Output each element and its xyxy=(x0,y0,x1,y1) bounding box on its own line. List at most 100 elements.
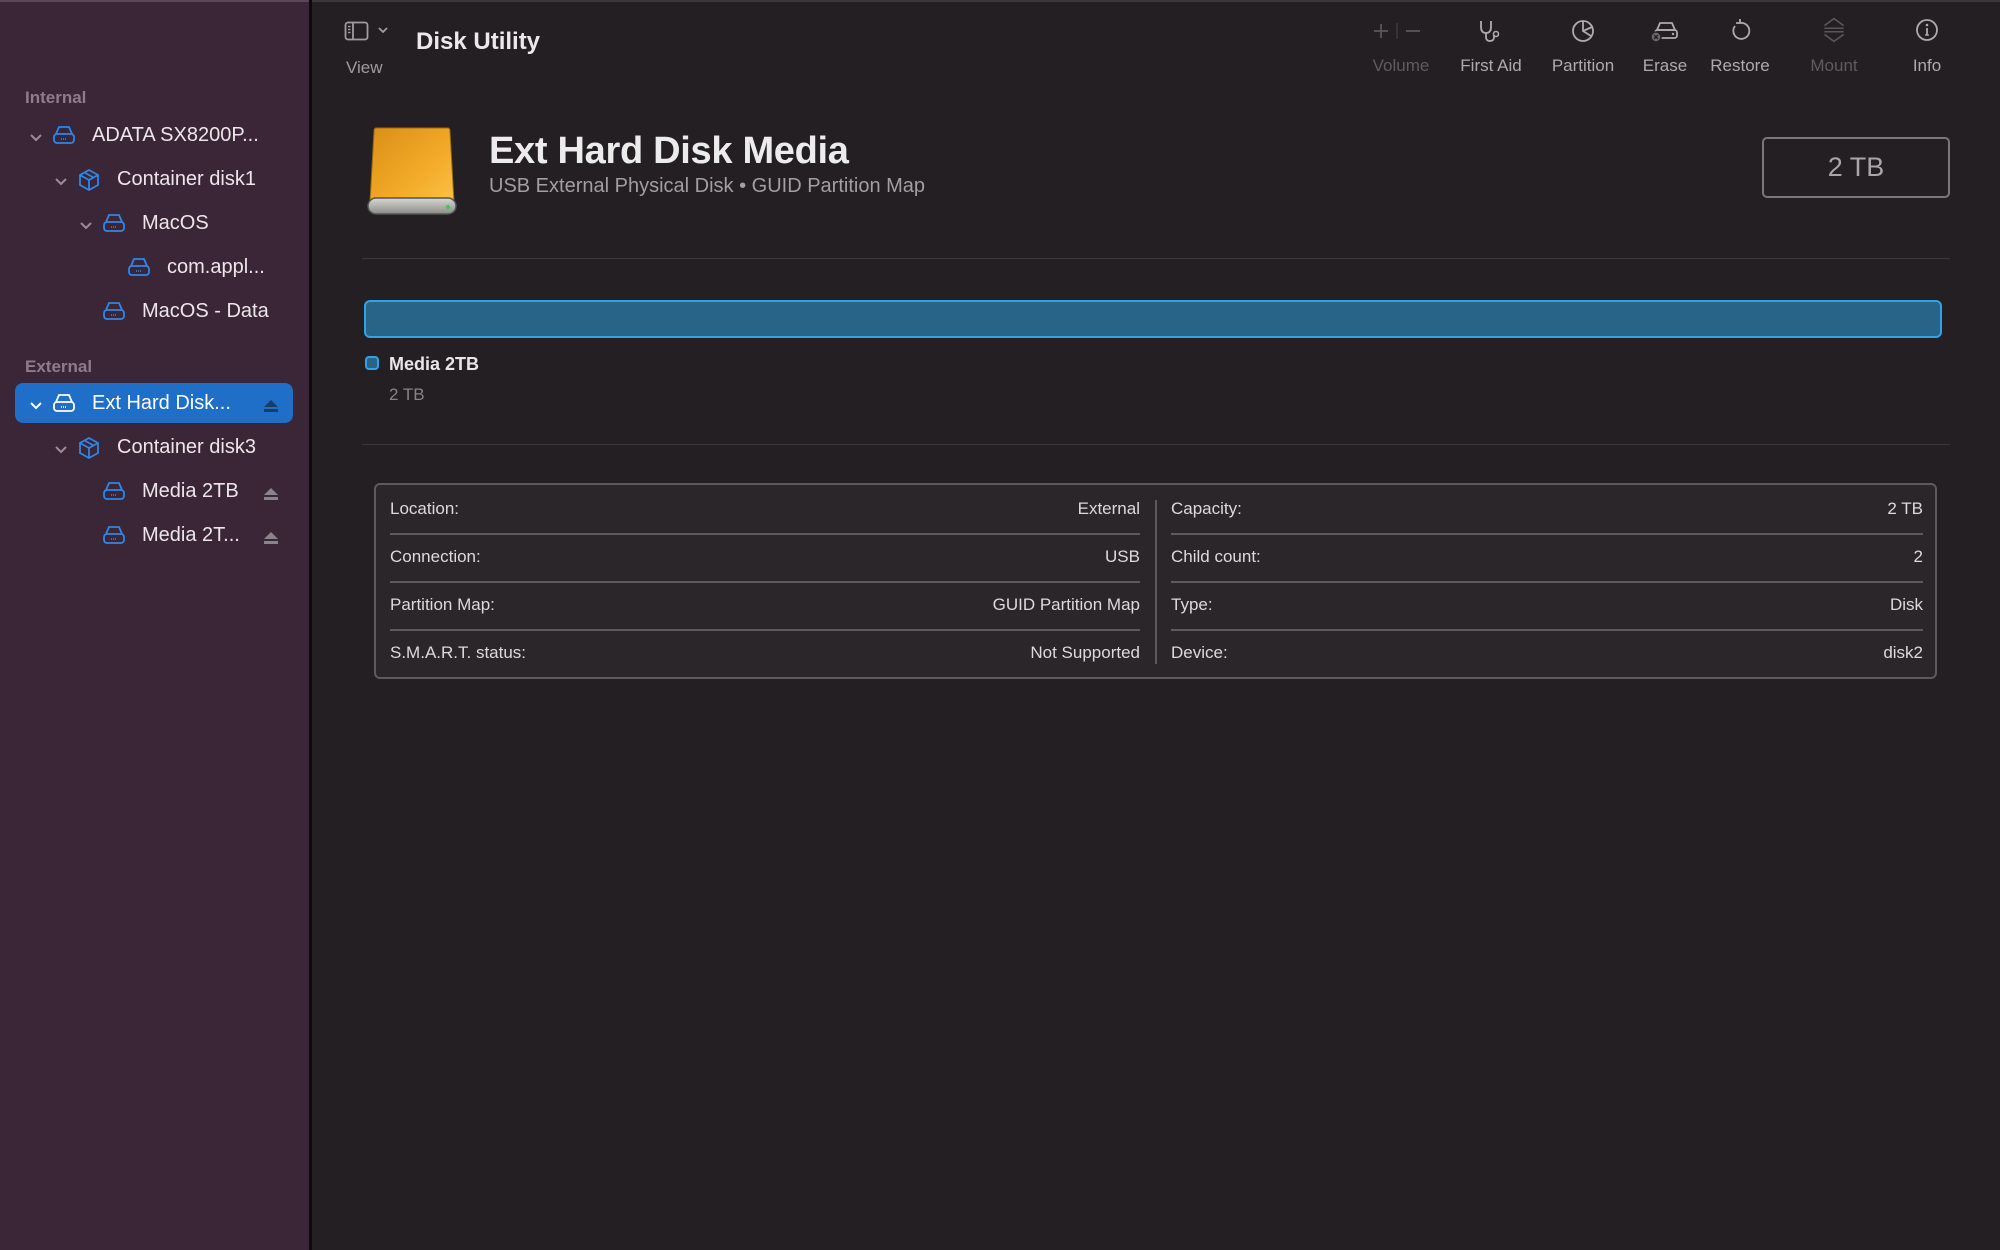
window-title: Disk Utility xyxy=(416,28,541,55)
disk-size-badge: 2 TB xyxy=(1762,137,1950,198)
info-key: S.M.A.R.T. status: xyxy=(390,643,527,662)
mount-icon xyxy=(1823,17,1845,43)
mount-label: Mount xyxy=(1810,56,1858,75)
volume-icon xyxy=(101,300,127,322)
sidebar-toggle-icon xyxy=(344,21,388,41)
info-button[interactable]: Info xyxy=(1907,16,1947,82)
sidebar-item[interactable]: ADATA SX8200P... xyxy=(15,115,293,155)
first-aid-label: First Aid xyxy=(1460,56,1522,75)
eject-icon[interactable] xyxy=(263,484,279,500)
view-label: View xyxy=(346,58,383,77)
info-column-left: Location: External Connection: USB Partiti… xyxy=(390,485,1140,677)
sidebar-item-label: Ext Hard Disk... xyxy=(92,392,231,414)
info-row-location: Location: External xyxy=(390,485,1140,533)
sidebar-item-label: Media 2T... xyxy=(142,524,240,546)
restore-button[interactable]: Restore xyxy=(1706,16,1774,82)
info-row-capacity: Capacity: 2 TB xyxy=(1171,485,1923,533)
volume-icon xyxy=(101,524,127,546)
info-row-smart-status: S.M.A.R.T. status: Not Supported xyxy=(390,629,1140,677)
drive-icon xyxy=(51,392,77,414)
sidebar-section-internal: Internal xyxy=(25,88,87,107)
sidebar-item-label: Container disk1 xyxy=(117,168,256,190)
partition-legend-name: Media 2TB xyxy=(389,354,480,374)
sidebar-item[interactable]: Media 2T... xyxy=(15,515,293,555)
info-key: Type: xyxy=(1171,595,1213,614)
partition-button[interactable]: Partition xyxy=(1547,16,1619,82)
partition-label: Partition xyxy=(1551,56,1615,75)
plus-minus-icon xyxy=(1374,23,1420,39)
sidebar-item[interactable]: Container disk1 xyxy=(15,159,293,199)
info-value: disk2 xyxy=(1883,643,1923,662)
view-menu-button[interactable]: View xyxy=(344,20,404,80)
info-key: Partition Map: xyxy=(390,595,495,614)
container-icon xyxy=(76,436,102,460)
sidebar-item[interactable]: MacOS xyxy=(15,203,293,243)
info-key: Location: xyxy=(390,499,459,518)
column-divider xyxy=(1155,500,1157,664)
disclosure-chevron-icon[interactable] xyxy=(54,172,68,186)
partition-bar-segment xyxy=(364,300,1942,338)
volume-label: Volume xyxy=(1372,56,1430,75)
disclosure-chevron-icon[interactable] xyxy=(29,128,43,142)
sidebar-item-label: com.appl... xyxy=(167,256,265,278)
volume-icon xyxy=(126,256,152,278)
chevron-down-icon xyxy=(378,27,388,34)
sidebar-item[interactable]: Container disk3 xyxy=(15,427,293,467)
divider xyxy=(362,258,1950,259)
sidebar-item-label: ADATA SX8200P... xyxy=(92,124,259,146)
disclosure-chevron-icon[interactable] xyxy=(54,440,68,454)
disclosure-chevron-icon[interactable] xyxy=(29,396,43,410)
info-row-connection: Connection: USB xyxy=(390,533,1140,581)
disk-title: Ext Hard Disk Media xyxy=(489,130,849,172)
info-value: GUID Partition Map xyxy=(992,595,1140,614)
info-column-right: Capacity: 2 TB Child count: 2 Type: Disk De… xyxy=(1171,485,1923,677)
restore-arrow-icon xyxy=(1732,19,1751,40)
first-aid-button[interactable]: First Aid xyxy=(1456,16,1526,82)
info-row-type: Type: Disk xyxy=(1171,581,1923,629)
info-label: Info xyxy=(1912,56,1942,75)
eject-icon[interactable] xyxy=(263,396,279,412)
sidebar-item-label: MacOS xyxy=(142,212,209,234)
sidebar-item[interactable]: Media 2TB xyxy=(15,471,293,511)
restore-label: Restore xyxy=(1710,56,1770,75)
disk-subtitle: USB External Physical Disk • GUID Partit… xyxy=(489,175,926,197)
info-value: 2 TB xyxy=(1887,499,1923,518)
info-row-device: Device: disk2 xyxy=(1171,629,1923,677)
info-value: USB xyxy=(1105,547,1140,566)
erase-label: Erase xyxy=(1642,56,1688,75)
mount-button[interactable]: Mount xyxy=(1804,16,1864,82)
sidebar-item[interactable]: com.appl... xyxy=(15,247,293,287)
sidebar-item[interactable]: Ext Hard Disk... xyxy=(15,383,293,423)
info-row-partition-map: Partition Map: GUID Partition Map xyxy=(390,581,1140,629)
erase-button[interactable]: Erase xyxy=(1640,16,1690,82)
sidebar-item-label: MacOS - Data xyxy=(142,300,269,322)
info-value: 2 xyxy=(1913,547,1923,566)
sidebar-section-external: External xyxy=(25,357,93,376)
info-value: Disk xyxy=(1889,595,1923,614)
info-table: Location: External Connection: USB Partiti… xyxy=(374,483,1937,679)
volume-icon xyxy=(101,480,127,502)
partition-legend-swatch xyxy=(365,356,379,370)
volume-icon xyxy=(101,212,127,234)
external-disk-icon xyxy=(367,127,457,215)
info-row-child-count: Child count: 2 xyxy=(1171,533,1923,581)
sidebar: Internal ADATA SX8200P... Container disk1… xyxy=(0,0,309,1250)
info-value: Not Supported xyxy=(1030,643,1140,662)
volume-button[interactable]: Volume xyxy=(1365,16,1437,82)
sidebar-item-label: Container disk3 xyxy=(117,436,256,458)
info-key: Capacity: xyxy=(1171,499,1242,518)
divider xyxy=(362,444,1950,445)
pie-chart-icon xyxy=(1572,20,1594,42)
disclosure-chevron-icon[interactable] xyxy=(79,216,93,230)
erase-disk-icon xyxy=(1650,22,1678,43)
info-icon xyxy=(1916,19,1938,41)
partition-legend-size: 2 TB xyxy=(389,385,425,404)
drive-icon xyxy=(51,124,77,146)
info-key: Child count: xyxy=(1171,547,1261,566)
main-pane: View Disk Utility Volume First Aid Parti… xyxy=(312,0,2000,1250)
sidebar-item[interactable]: MacOS - Data xyxy=(15,291,293,331)
sidebar-item-label: Media 2TB xyxy=(142,480,239,502)
eject-icon[interactable] xyxy=(263,528,279,544)
container-icon xyxy=(76,168,102,192)
info-key: Device: xyxy=(1171,643,1228,662)
